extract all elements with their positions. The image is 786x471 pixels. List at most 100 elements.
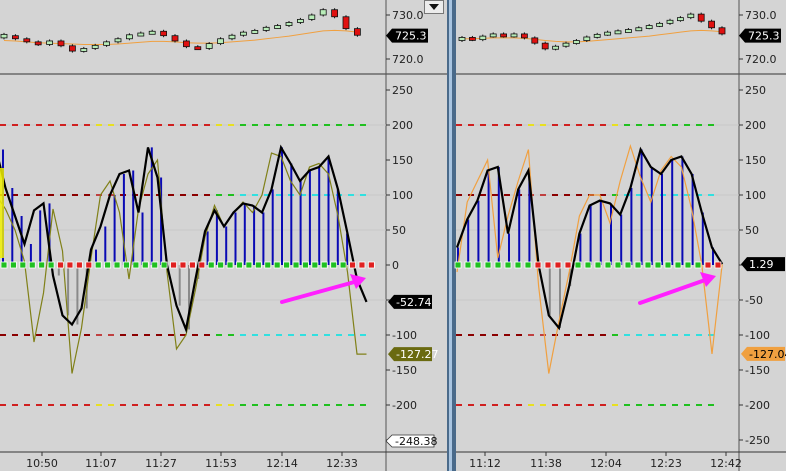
right-zero-dot	[704, 261, 712, 269]
left-zero-dot	[188, 261, 196, 269]
chevron-down-icon	[429, 4, 439, 10]
right-candle	[656, 22, 663, 27]
left-time-label: 12:33	[326, 457, 358, 470]
left-osc-tick-label: 200	[392, 119, 413, 132]
right-candle	[635, 27, 643, 32]
right-candle	[500, 33, 508, 38]
right-zero-dot	[634, 261, 642, 269]
left-osc-tick-label: 150	[392, 154, 413, 167]
left-candle	[353, 28, 361, 36]
right-zero-dot	[644, 261, 652, 269]
right-price-tick-label: 720.0	[745, 53, 777, 66]
right-zero-dot	[714, 261, 722, 269]
left-time-label: 11:07	[85, 457, 117, 470]
right-zero-dot	[464, 261, 472, 269]
right-osc-tick-label: 200	[745, 119, 766, 132]
left-zero-dot	[179, 261, 187, 269]
left-candle	[205, 43, 213, 49]
left-zero-dot	[75, 261, 83, 269]
left-candle	[296, 18, 304, 23]
left-candle	[262, 26, 270, 31]
right-zero-dot	[624, 261, 632, 269]
left-zero-dot	[226, 261, 234, 269]
right-zero-dot	[664, 261, 672, 269]
right-zero-dot	[674, 261, 682, 269]
right-zero-dot	[524, 261, 532, 269]
left-zero-dot	[113, 261, 121, 269]
left-candle	[114, 38, 122, 43]
right-candle	[697, 13, 705, 22]
right-candle	[666, 19, 674, 24]
left-zero-dot	[104, 261, 112, 269]
left-candle	[148, 30, 156, 35]
left-candle	[171, 35, 179, 42]
left-price-tick-label: 730.0	[392, 9, 424, 22]
left-time-label: 11:27	[145, 457, 177, 470]
right-zero-dot	[544, 261, 552, 269]
right-candle	[541, 42, 549, 50]
left-candle	[308, 14, 316, 20]
left-osc-tick-label: 50	[392, 224, 406, 237]
right-candle	[583, 36, 591, 41]
right-zero-dot	[534, 261, 542, 269]
right-osc-tick-label: -100	[745, 329, 770, 342]
left-candle	[331, 9, 339, 18]
left-candle	[319, 9, 327, 16]
left-candle	[46, 40, 53, 45]
chart-canvas: 730.0 720.0 725.3 250 200 150 100 50 0 -50 -100 -15…	[0, 0, 786, 471]
right-zero-dot	[594, 261, 602, 269]
right-osc-tick-label: 100	[745, 189, 766, 202]
right-candle	[625, 29, 632, 33]
left-osc-tick-label: -150	[392, 364, 417, 377]
left-zero-dot	[236, 261, 243, 269]
right-price-tick-label: 730.0	[745, 9, 777, 22]
right-candle	[521, 33, 528, 39]
right-candle	[510, 33, 518, 38]
left-zero-dot	[38, 261, 46, 269]
right-osc-tick-label: -150	[745, 364, 770, 377]
right-osc-tick-label: 50	[745, 224, 759, 237]
right-candle	[479, 35, 487, 41]
left-zero-dot	[10, 261, 17, 269]
left-candle	[0, 33, 8, 39]
left-zero-dot	[94, 261, 102, 269]
right-candle	[489, 33, 497, 38]
right-zero-dot	[504, 261, 512, 269]
left-zero-dot	[330, 261, 338, 269]
right-zero-dot	[694, 261, 702, 269]
right-time-label: 12:23	[650, 457, 682, 470]
right-time-label: 11:38	[530, 457, 562, 470]
left-zero-dot	[160, 261, 168, 269]
left-candle	[80, 48, 88, 52]
left-zero-dot	[217, 261, 225, 269]
left-price-tick-label: 720.0	[392, 53, 424, 66]
left-zero-dot	[311, 261, 319, 269]
chart-window: 730.0 720.0 725.3 250 200 150 100 50 0 -50 -100 -15…	[0, 0, 786, 471]
left-zero-dot	[66, 261, 74, 269]
right-zero-dot	[584, 261, 592, 269]
left-zero-dot	[141, 261, 149, 269]
left-osc-tick-label: -200	[392, 399, 417, 412]
right-osc-tick-label: -200	[745, 399, 770, 412]
left-candle	[160, 30, 168, 37]
left-time-label: 10:50	[26, 457, 58, 470]
left-zero-dot	[0, 261, 8, 269]
left-zero-dot	[57, 261, 64, 269]
right-zero-dot	[454, 261, 462, 269]
right-zero-dot	[514, 261, 522, 269]
right-candle	[677, 17, 684, 22]
left-time-label: 12:14	[266, 457, 298, 470]
right-zero-dot	[604, 261, 612, 269]
right-time-label: 12:04	[590, 457, 622, 470]
left-candle	[182, 40, 190, 48]
left-zero-dot	[28, 261, 36, 269]
left-candle	[194, 46, 202, 51]
dropdown-button[interactable]	[424, 0, 444, 14]
right-zero-dot	[484, 261, 492, 269]
window-divider-highlight	[449, 0, 452, 471]
left-candle	[239, 31, 247, 36]
left-zero-dot	[207, 261, 215, 269]
left-zero-dot	[123, 261, 130, 269]
left-osc-tick-label: -100	[392, 329, 417, 342]
left-bottom-value-label: -248.38	[395, 435, 437, 448]
